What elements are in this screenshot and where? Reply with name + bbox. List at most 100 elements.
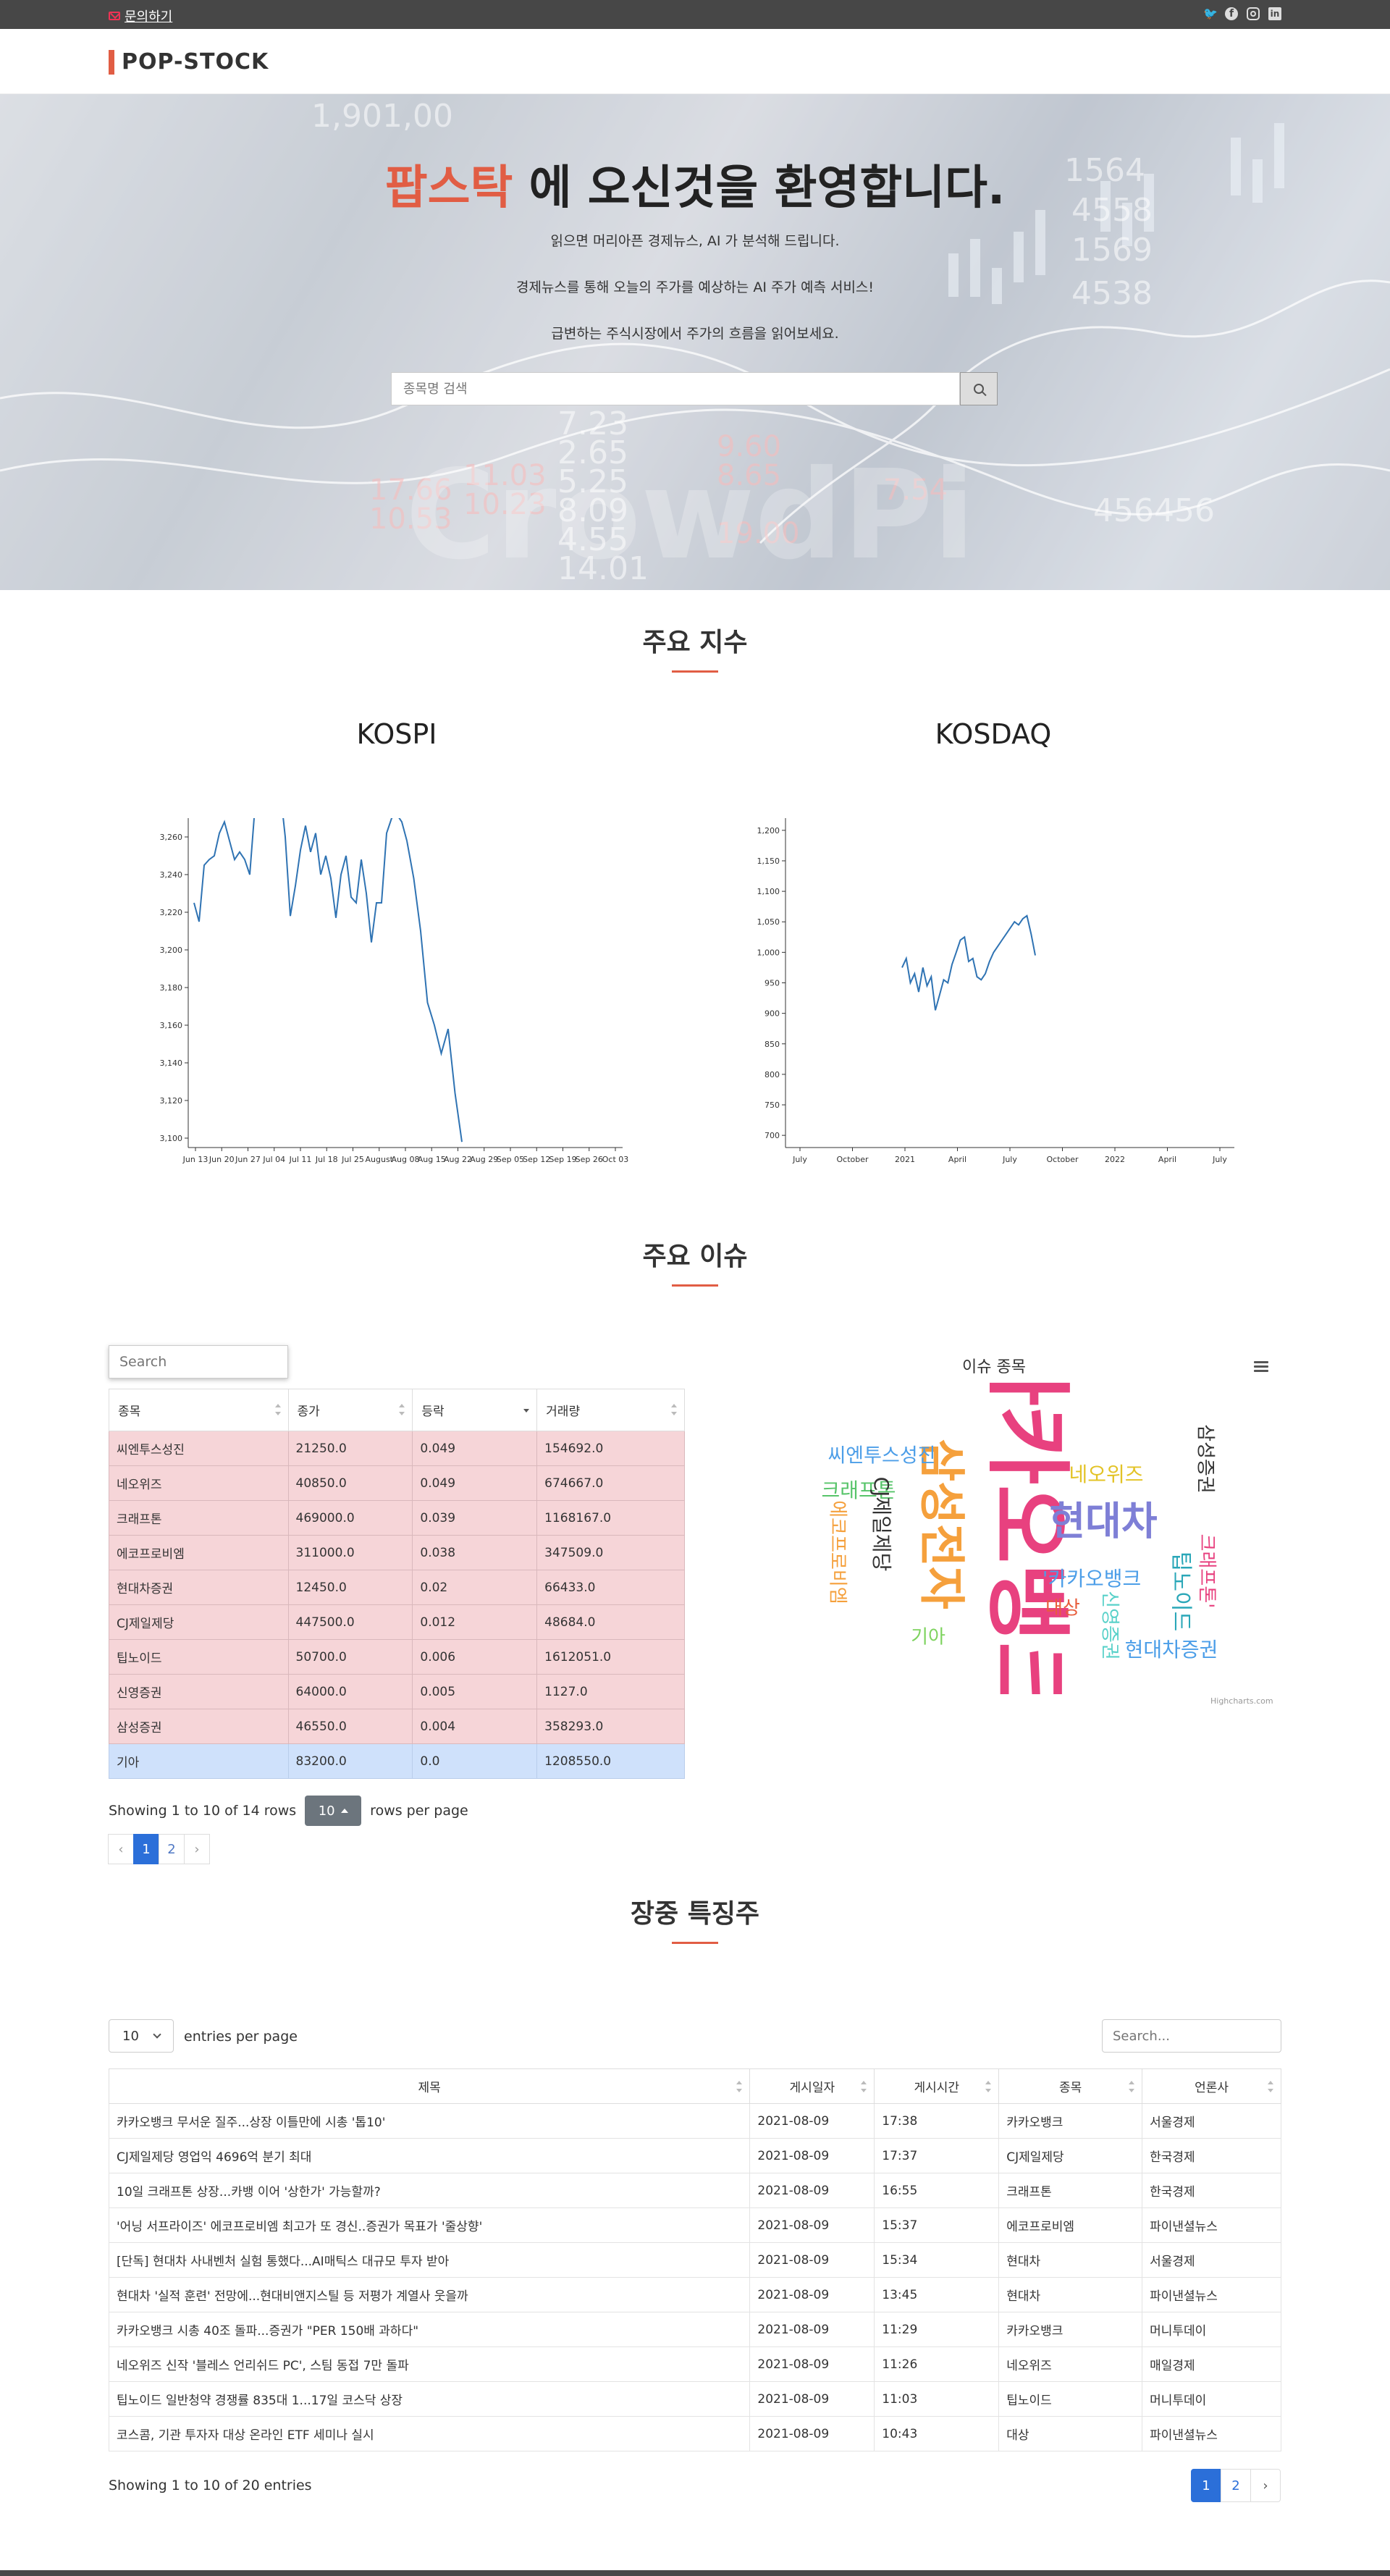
word-cloud-word[interactable]: 신영증권 [1099,1591,1121,1660]
news-title-link[interactable]: CJ제일제당 영업익 4696억 분기 최대 [108,2138,751,2173]
col-header-volume[interactable]: 거래량 [536,1389,685,1431]
word-cloud-word[interactable]: CJ제일제당 [869,1477,893,1572]
table-row[interactable]: 씨엔투스성진 21250.0 0.049 154692.0 [109,1431,685,1466]
table-row[interactable]: 네오위즈 신작 '블레스 언리쉬드 PC', 스팀 동접 7만 돌파 2021-0… [108,2346,1281,2382]
issues-search-input[interactable] [109,1345,288,1379]
section-underline [672,670,718,673]
word-cloud-word[interactable]: 씨엔투스성진 [827,1445,935,1468]
pager-next[interactable]: › [184,1834,210,1864]
news-pager: 1 2 › [1191,2469,1281,2502]
pager-page-2[interactable]: 2 [159,1834,185,1864]
word-cloud-word[interactable]: 삼성증권 [1195,1424,1216,1494]
col-header-stock[interactable]: 종목 [998,2068,1143,2104]
y-tick-label: 900 [764,1009,780,1019]
stock-search-input[interactable] [391,372,960,405]
col-header-stock[interactable]: 종목 [109,1389,289,1431]
table-row[interactable]: 신영증권 64000.0 0.005 1127.0 [109,1674,685,1709]
news-title-link[interactable]: 네오위즈 신작 '블레스 언리쉬드 PC', 스팀 동접 7만 돌파 [108,2346,751,2382]
word-cloud-word[interactable]: 에코프로비엠 [827,1500,848,1604]
x-tick-label: 2022 [1105,1155,1125,1164]
news-title-link[interactable]: 코스콤, 기관 투자자 대상 온라인 ETF 세미나 실시 [108,2416,751,2451]
table-row[interactable]: 현대차증권 12450.0 0.02 66433.0 [109,1570,685,1605]
facebook-icon[interactable]: f [1225,7,1238,20]
table-cell: 0.038 [412,1535,538,1570]
table-cell: 0.039 [412,1500,538,1536]
col-header-press[interactable]: 언론사 [1142,2068,1281,2104]
table-row[interactable]: 10일 크래프톤 상장...카뱅 이어 '상한가' 가능할까? 2021-08-0… [108,2173,1281,2208]
col-header-title[interactable]: 제목 [108,2068,751,2104]
col-header-time[interactable]: 게시시간 [874,2068,1000,2104]
kospi-chart-title: KOSPI [356,718,437,750]
table-row[interactable]: 삼성증권 46550.0 0.004 358293.0 [109,1709,685,1744]
word-cloud-word[interactable]: 네오위즈 [1069,1462,1143,1486]
word-cloud-word[interactable]: 대상 [1045,1598,1080,1620]
table-row[interactable]: 팁노이드 일반청약 경쟁률 835대 1...17일 코스닥 상장 2021-08… [108,2381,1281,2417]
hero-banner: 1,901,00 7.23 2.65 5.25 8.09 4.55 14.01 1564… [0,94,1390,590]
table-cell: 크래프톤 [109,1500,289,1536]
table-cell: 한국경제 [1142,2173,1281,2208]
entries-per-page-select[interactable]: 10 [109,2019,174,2053]
col-header-close[interactable]: 종가 [287,1389,413,1431]
word-cloud-word[interactable]: 팁노이드 [1168,1552,1194,1631]
rows-per-page-button[interactable]: 10 [305,1796,362,1826]
table-cell: 크래프톤 [998,2173,1143,2208]
logo-text: POP-STOCK [122,49,269,75]
twitter-icon[interactable]: 🐦 [1203,7,1218,20]
col-header-change[interactable]: 등락 [412,1389,538,1431]
search-button[interactable] [960,372,998,405]
news-title-link[interactable]: [단독] 현대차 사내벤처 실험 통했다...AI매틱스 대규모 투자 받아 [108,2242,751,2278]
table-row[interactable]: 카카오뱅크 무서운 질주...상장 이틀만에 시총 '톱10' 2021-08-0… [108,2103,1281,2139]
chart-menu-icon[interactable] [1254,1361,1268,1373]
series-line [193,818,408,943]
x-tick-label: Jun 27 [235,1155,261,1164]
table-row[interactable]: CJ제일제당 영업익 4696억 분기 최대 2021-08-09 17:37 CJ제… [108,2138,1281,2173]
table-cell: 15:34 [874,2242,1000,2278]
table-row[interactable]: 기아 83200.0 0.0 1208550.0 [109,1743,685,1779]
table-cell: 2021-08-09 [749,2381,875,2417]
highcharts-credit[interactable]: Highcharts.com [1210,1696,1273,1706]
word-cloud-word[interactable]: 현대차 [1049,1499,1157,1544]
col-label: 종목 [118,1405,141,1419]
issues-header-row: 종목 종가 등락 거래량 [109,1389,685,1431]
instagram-icon[interactable] [1247,7,1260,20]
news-title-link[interactable]: 10일 크래프톤 상장...카뱅 이어 '상한가' 가능할까? [108,2173,751,2208]
sort-icon [274,1404,281,1415]
word-cloud-word[interactable]: 현대차증권 [1125,1638,1218,1662]
table-row[interactable]: CJ제일제당 447500.0 0.012 48684.0 [109,1604,685,1640]
hero-title-rest: 에 오신것을 환영합니다. [513,161,1006,215]
word-cloud-word[interactable]: 크래프톤' [1196,1534,1218,1609]
news-title-link[interactable]: 카카오뱅크 시총 40조 돌파...증권가 "PER 150배 과하다" [108,2312,751,2347]
table-row[interactable]: '어닝 서프라이즈' 에코프로비엠 최고가 또 경신..증권가 목표가 '줄상향… [108,2207,1281,2243]
table-cell: 40850.0 [287,1465,413,1501]
news-title-link[interactable]: 팁노이드 일반청약 경쟁률 835대 1...17일 코스닥 상장 [108,2381,751,2417]
hero-title-accent: 팝스탁 [384,161,513,215]
col-header-date[interactable]: 게시일자 [749,2068,875,2104]
col-label: 언론사 [1195,2081,1229,2095]
contact-link[interactable]: 문의하기 [109,7,172,25]
pager-page-1[interactable]: 1 [133,1834,159,1864]
news-title-link[interactable]: 현대차 '실적 훈련' 전망에...현대비앤지스틸 등 저평가 계열사 웃을까 [108,2277,751,2312]
pager-page-2[interactable]: 2 [1221,2469,1251,2502]
table-row[interactable]: 네오위즈 40850.0 0.049 674667.0 [109,1465,685,1501]
site-logo[interactable]: POP-STOCK [109,49,269,75]
table-row[interactable]: 크래프톤 469000.0 0.039 1168167.0 [109,1500,685,1536]
col-label: 게시일자 [789,2081,835,2095]
x-tick-label: Aug 08 [392,1155,420,1164]
news-title-link[interactable]: '어닝 서프라이즈' 에코프로비엠 최고가 또 경신..증권가 목표가 '줄상향… [108,2207,751,2243]
pager-prev[interactable]: ‹ [108,1834,134,1864]
pager-page-1[interactable]: 1 [1191,2469,1221,2502]
table-row[interactable]: 현대차 '실적 훈련' 전망에...현대비앤지스틸 등 저평가 계열사 웃을까 2… [108,2277,1281,2312]
word-cloud-word[interactable]: '카카오뱅크 [1042,1567,1142,1591]
linkedin-icon[interactable]: in [1268,7,1281,20]
news-search-input[interactable] [1102,2019,1281,2053]
table-row[interactable]: 팁노이드 50700.0 0.006 1612051.0 [109,1639,685,1675]
table-row[interactable]: 카카오뱅크 시총 40조 돌파...증권가 "PER 150배 과하다" 2021… [108,2312,1281,2347]
table-row[interactable]: [단독] 현대차 사내벤처 실험 통했다...AI매틱스 대규모 투자 받아 20… [108,2242,1281,2278]
table-row[interactable]: 코스콤, 기관 투자자 대상 온라인 ETF 세미나 실시 2021-08-09 1… [108,2416,1281,2451]
word-cloud-word[interactable]: 기아 [911,1627,945,1649]
table-cell: 21250.0 [287,1431,413,1466]
pager-next[interactable]: › [1250,2469,1281,2502]
table-row[interactable]: 에코프로비엠 311000.0 0.038 347509.0 [109,1535,685,1570]
col-label: 종목 [1059,2081,1082,2095]
news-title-link[interactable]: 카카오뱅크 무서운 질주...상장 이틀만에 시총 '톱10' [108,2103,751,2139]
